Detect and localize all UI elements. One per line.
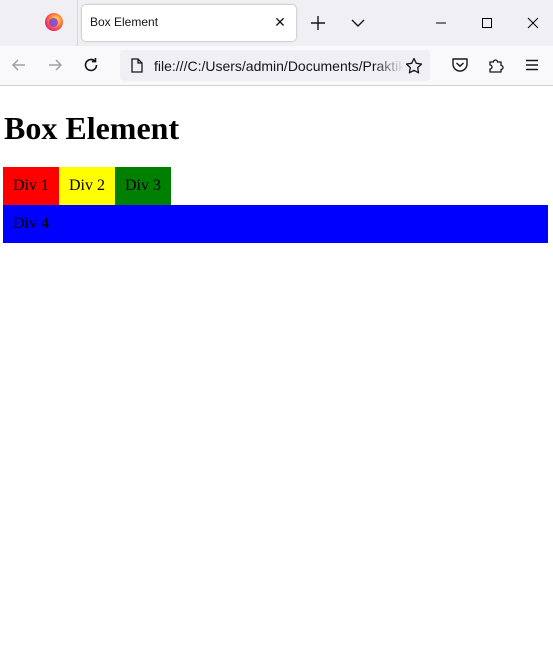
tab-strip: Box Element ✕ (0, 0, 553, 46)
puzzle-icon[interactable] (485, 54, 507, 76)
page-content: Box Element Div 1 Div 2 Div 3 Div 4 (0, 87, 553, 650)
tab-title: Box Element (90, 15, 159, 29)
reload-icon[interactable] (80, 54, 102, 76)
arrow-right-icon[interactable] (44, 54, 66, 76)
div-1-box: Div 1 (3, 167, 59, 205)
arrow-left-icon[interactable] (8, 54, 30, 76)
page-icon (130, 58, 144, 73)
hamburger-icon[interactable] (521, 54, 543, 76)
div-3-box: Div 3 (115, 167, 171, 205)
pocket-icon[interactable] (449, 54, 471, 76)
div-4-box: Div 4 (3, 205, 548, 243)
maximize-icon[interactable] (472, 8, 502, 38)
page-heading: Box Element (4, 110, 180, 146)
chevron-down-icon[interactable] (346, 11, 370, 35)
div-2-box: Div 2 (59, 167, 115, 205)
plus-icon[interactable] (306, 11, 330, 35)
star-icon[interactable] (404, 56, 424, 76)
url-bar[interactable]: file:///C:/Users/admin/Documents/Praktik… (120, 50, 430, 81)
firefox-logo-icon[interactable] (45, 13, 63, 31)
tab-close-icon[interactable]: ✕ (270, 12, 290, 32)
minimize-icon[interactable] (426, 8, 456, 38)
url-text[interactable]: file:///C:/Users/admin/Documents/Praktik… (154, 58, 404, 74)
tab-box-element[interactable]: Box Element ✕ (82, 5, 296, 41)
close-icon[interactable] (518, 8, 548, 38)
nav-bar: file:///C:/Users/admin/Documents/Praktik… (0, 46, 553, 86)
tab-separator (77, 0, 78, 46)
